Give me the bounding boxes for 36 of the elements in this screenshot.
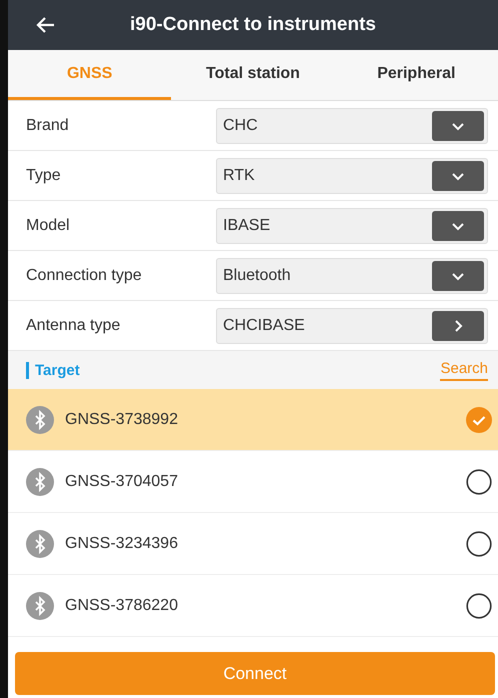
dropdown-field[interactable]: IBASE xyxy=(216,208,488,244)
bluetooth-icon xyxy=(26,530,54,558)
chevron-down-icon[interactable] xyxy=(432,160,484,190)
device-item[interactable]: GNSS-3704057 xyxy=(8,451,498,513)
radio-icon[interactable] xyxy=(466,592,492,618)
chevron-down-icon[interactable] xyxy=(432,260,484,290)
device-item[interactable]: GNSS-3786220 xyxy=(8,575,498,637)
bluetooth-icon xyxy=(26,406,54,434)
radio-icon[interactable] xyxy=(466,468,492,494)
field-label: Type xyxy=(25,166,62,184)
select-field[interactable]: CHCIBASE xyxy=(216,308,488,344)
window-title: i90-Connect to instruments xyxy=(130,14,376,36)
chevron-right-icon[interactable] xyxy=(432,310,484,340)
field-label: Connection type xyxy=(25,266,143,284)
checked-radio-icon[interactable] xyxy=(466,406,492,432)
bluetooth-icon xyxy=(26,592,54,620)
dropdown-field[interactable]: Bluetooth xyxy=(216,258,488,294)
tab[interactable]: Total station xyxy=(171,50,335,100)
bluetooth-icon xyxy=(26,468,54,496)
tab[interactable]: Peripheral xyxy=(334,50,498,100)
device-name: GNSS-3738992 xyxy=(65,410,179,428)
device-name: GNSS-3786220 xyxy=(65,596,179,614)
device-name: GNSS-3704057 xyxy=(65,472,179,490)
field-label: Brand xyxy=(25,116,70,134)
chevron-down-icon[interactable] xyxy=(432,110,484,140)
chevron-down-icon[interactable] xyxy=(432,210,484,240)
dropdown-field[interactable]: RTK xyxy=(216,158,488,194)
section-title: Target xyxy=(26,362,80,378)
device-name: GNSS-3234396 xyxy=(65,534,179,552)
radio-icon[interactable] xyxy=(466,530,492,556)
device-item[interactable]: GNSS-3234396 xyxy=(8,513,498,575)
back-arrow-icon[interactable] xyxy=(36,15,56,35)
field-label: Antenna type xyxy=(25,316,122,334)
device-item[interactable]: GNSS-3738992 xyxy=(8,389,498,451)
dropdown-field[interactable]: CHC xyxy=(216,108,488,144)
field-label: Model xyxy=(25,216,71,234)
